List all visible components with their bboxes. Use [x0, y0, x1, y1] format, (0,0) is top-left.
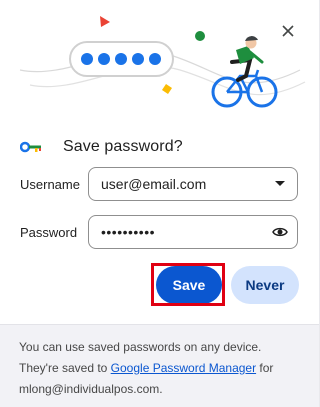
- password-field[interactable]: ••••••••••: [88, 215, 298, 249]
- footer-note: You can use saved passwords on any devic…: [0, 324, 319, 407]
- chevron-down-icon: [275, 181, 285, 186]
- password-label: Password: [20, 225, 78, 240]
- title-row: Save password?: [20, 136, 183, 158]
- username-value[interactable]: user@email.com: [101, 176, 263, 192]
- key-icon: [20, 141, 41, 153]
- username-dropdown-button[interactable]: [263, 168, 297, 200]
- dialog-title: Save password?: [63, 138, 183, 155]
- close-icon: [282, 25, 294, 37]
- eye-icon: [272, 227, 288, 237]
- username-field[interactable]: user@email.com: [88, 167, 298, 201]
- save-button[interactable]: Save: [156, 266, 222, 304]
- save-password-dialog: Save password? Username user@email.com P…: [0, 0, 319, 407]
- password-value[interactable]: ••••••••••: [101, 224, 263, 240]
- password-manager-link[interactable]: Google Password Manager: [111, 361, 256, 375]
- show-password-button[interactable]: [263, 216, 297, 248]
- never-button[interactable]: Never: [231, 266, 299, 304]
- close-button[interactable]: [277, 20, 299, 42]
- cyclist-figure: [211, 36, 278, 108]
- cyclist-illustration: [19, 16, 306, 108]
- username-label: Username: [20, 177, 80, 192]
